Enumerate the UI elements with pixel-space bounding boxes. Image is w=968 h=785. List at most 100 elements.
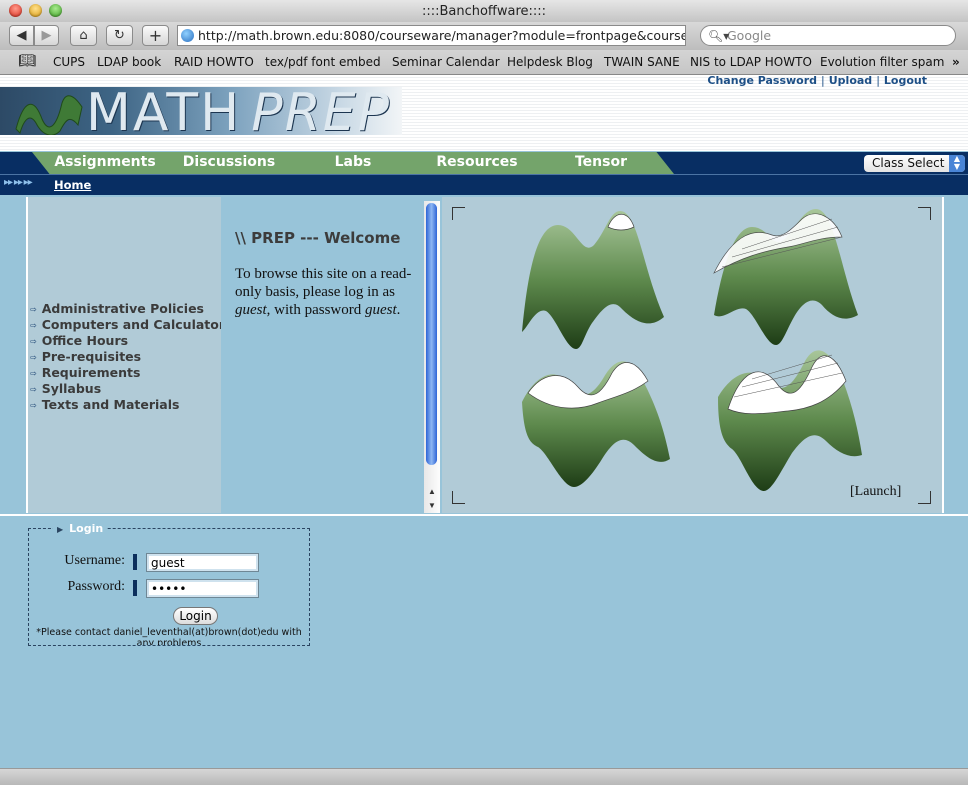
bookmark-item[interactable]: NIS to LDAP HOWTO	[690, 55, 812, 69]
tab-label: Assignments	[54, 154, 156, 170]
sidebar-item-administrative-policies[interactable]: ⇨ Administrative Policies	[30, 301, 232, 317]
reload-button[interactable]: ↻	[106, 25, 133, 46]
forward-button[interactable]: ▶	[34, 25, 59, 46]
updown-arrow-icon: ▲ ▼	[949, 155, 965, 172]
sidebar-item-office-hours[interactable]: ⇨ Office Hours	[30, 333, 232, 349]
bookmarks-overflow-icon[interactable]: »	[952, 55, 960, 69]
bookmarks-book-icon[interactable]: 📖︎	[18, 53, 36, 69]
welcome-text: To browse this site on a read-only basis…	[235, 265, 420, 319]
welcome-heading: \\ PREP --- Welcome	[235, 229, 401, 247]
username-label: Username:	[64, 553, 125, 568]
arrow-icon: ⇨	[30, 305, 37, 314]
field-marker	[133, 554, 137, 570]
surface-plot-3	[522, 361, 670, 487]
double-arrow-icon: ▸▸ ▸▸ ▸▸	[4, 177, 33, 188]
browser-toolbar: ◀ ▶ ⌂ ↻ + http://math.brown.edu:8080/cou…	[0, 22, 968, 50]
guest-password-text: guest	[365, 302, 397, 318]
tab-tensor[interactable]: Tensor	[528, 152, 674, 174]
welcome-scrollbar[interactable]: ▲ ▼	[424, 201, 440, 513]
login-legend-label: Login	[69, 522, 104, 535]
arrow-icon: ⇨	[30, 337, 37, 346]
logo-text-math: MATH	[86, 87, 242, 135]
tab-label: Resources	[436, 154, 518, 170]
logout-link[interactable]: Logout	[884, 74, 927, 87]
upload-link[interactable]: Upload	[829, 74, 872, 87]
arrow-icon: ⇨	[30, 353, 37, 362]
login-button[interactable]: Login	[173, 607, 218, 625]
sidebar-item-syllabus[interactable]: ⇨ Syllabus	[30, 381, 232, 397]
page-content: Change Password | Upload | Logout MATH PREP A…	[0, 74, 968, 768]
search-field[interactable]: 🔍︎▾ Google	[700, 25, 956, 46]
triangle-icon: ▶	[57, 525, 64, 534]
back-button[interactable]: ◀	[9, 25, 34, 46]
sidebar-item-label: Pre-requisites	[41, 349, 142, 364]
guest-username-text: guest	[235, 302, 267, 318]
home-button[interactable]: ⌂	[70, 25, 97, 46]
surface-plots-image	[522, 209, 862, 491]
username-field[interactable]	[146, 553, 259, 572]
sidebar-item-label: Syllabus	[41, 381, 102, 396]
welcome-text-part: To browse this site on a read-only basis…	[235, 266, 412, 300]
bookmark-item[interactable]: CUPS	[53, 55, 85, 69]
sidebar-menu: ⇨ Administrative Policies ⇨ Computers and …	[30, 301, 232, 413]
bookmark-item[interactable]: LDAP book	[97, 55, 161, 69]
surface-applet: [Launch]	[442, 197, 944, 513]
sidebar-item-label: Texts and Materials	[41, 397, 180, 412]
sidebar-item-label: Requirements	[41, 365, 141, 380]
class-select-value: Class Select	[872, 156, 945, 170]
bookmark-item[interactable]: TWAIN SANE	[604, 55, 680, 69]
globe-icon	[181, 29, 194, 42]
scroll-down-arrow-icon[interactable]: ▼	[424, 499, 440, 513]
sidebar-item-texts-and-materials[interactable]: ⇨ Texts and Materials	[30, 397, 232, 413]
bookmark-item[interactable]: tex/pdf font embed	[265, 55, 381, 69]
field-marker	[133, 580, 137, 596]
browser-statusbar	[0, 768, 968, 785]
welcome-text-part: , with password	[266, 302, 365, 318]
welcome-text-part: .	[396, 302, 401, 318]
welcome-panel: \\ PREP --- Welcome To browse this site …	[221, 197, 441, 513]
scrollbar-thumb[interactable]	[426, 203, 437, 465]
surface-logo-icon	[15, 95, 83, 135]
bookmark-item[interactable]: Helpdesk Blog	[507, 55, 593, 69]
bookmarks-bar: 📖︎ CUPS LDAP book RAID HOWTO tex/pdf fon…	[0, 50, 968, 75]
bookmark-item[interactable]: Seminar Calendar	[392, 55, 500, 69]
main-nav: Assignments Discussions Labs Resources T…	[0, 152, 968, 174]
search-placeholder: Google	[727, 28, 772, 43]
tab-label: Discussions	[182, 154, 276, 170]
scroll-up-arrow-icon[interactable]: ▲	[424, 485, 440, 499]
sidebar-item-label: Computers and Calculators	[41, 317, 233, 332]
class-select-dropdown[interactable]: Class Select ▲ ▼	[864, 155, 965, 172]
login-box: ▶ Login Username: Password: Login *Please…	[28, 522, 310, 646]
contact-note: *Please contact daniel_leventhal(at)brow…	[36, 627, 302, 645]
sidebar-item-requirements[interactable]: ⇨ Requirements	[30, 365, 232, 381]
arrow-icon: ⇨	[30, 385, 37, 394]
bookmark-item[interactable]: RAID HOWTO	[174, 55, 254, 69]
math-prep-logo: MATH PREP	[0, 87, 402, 135]
change-password-link[interactable]: Change Password	[707, 74, 817, 87]
launch-link[interactable]: [Launch]	[850, 484, 901, 500]
sidebar: ⇨ Administrative Policies ⇨ Computers and …	[26, 197, 232, 513]
password-field[interactable]	[146, 579, 259, 598]
tab-label: Tensor	[574, 154, 627, 170]
arrow-icon: ⇨	[30, 321, 37, 330]
sidebar-item-label: Office Hours	[41, 333, 129, 348]
add-bookmark-button[interactable]: +	[142, 25, 169, 46]
sidebar-item-label: Administrative Policies	[41, 301, 205, 316]
site-header: Change Password | Upload | Logout MATH PREP	[0, 74, 968, 151]
surface-plot-2	[713, 209, 858, 345]
sidebar-item-computers-and-calculators[interactable]: ⇨ Computers and Calculators	[30, 317, 232, 333]
address-bar-text: http://math.brown.edu:8080/courseware/ma…	[198, 28, 686, 43]
surface-plot-1	[522, 211, 664, 349]
tab-label: Labs	[334, 154, 372, 170]
address-bar[interactable]: http://math.brown.edu:8080/courseware/ma…	[177, 25, 686, 46]
search-icon: 🔍︎▾	[708, 29, 730, 43]
window-title: ::::Banchoffware::::	[421, 4, 547, 19]
logo-text-prep: PREP	[251, 87, 391, 135]
arrow-icon: ⇨	[30, 369, 37, 378]
sidebar-item-pre-requisites[interactable]: ⇨ Pre-requisites	[30, 349, 232, 365]
window-titlebar: ::::Banchoffware::::	[0, 0, 968, 23]
section-divider	[0, 514, 968, 516]
account-links: Change Password | Upload | Logout	[707, 74, 927, 87]
bookmark-item[interactable]: Evolution filter spam	[820, 55, 944, 69]
breadcrumb-home-link[interactable]: Home	[54, 178, 91, 192]
